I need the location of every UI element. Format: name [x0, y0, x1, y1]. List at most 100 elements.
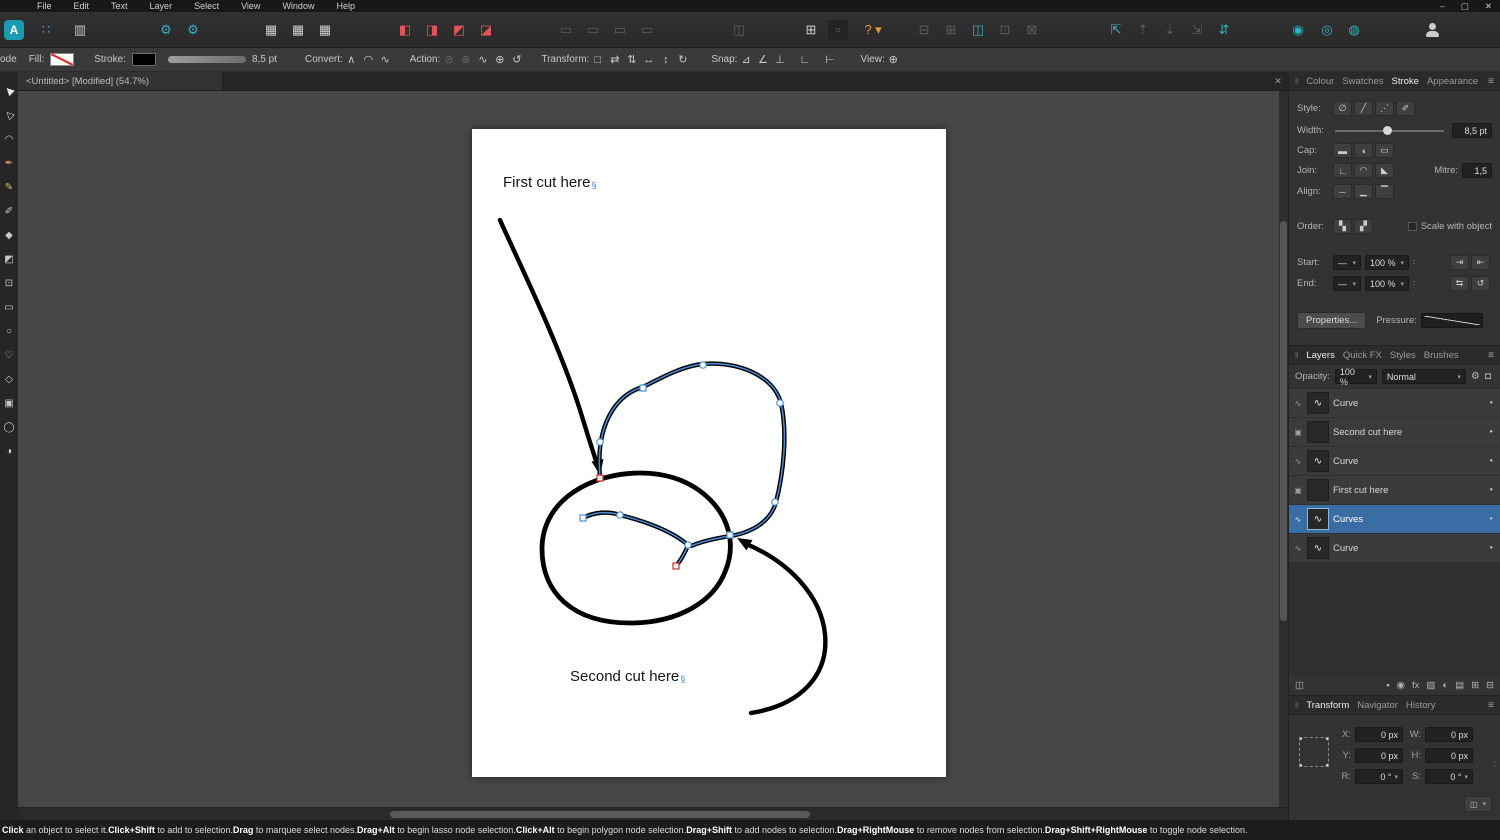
scale-h-icon[interactable]: ↔ [640, 52, 657, 68]
layer-visibility-dot[interactable]: ● [1489, 487, 1496, 493]
panel-grip[interactable]: ‖ [1295, 351, 1298, 360]
layer-thumbnail[interactable]: ∿ [1307, 508, 1329, 530]
mask-layer-icon[interactable]: ▨ [1426, 680, 1435, 691]
clip-layer-icon[interactable]: ◐ [1442, 680, 1448, 691]
layer-thumbnail[interactable] [1307, 479, 1329, 501]
Curves[interactable]: ∿ ∿ Curves ● [1289, 505, 1500, 533]
blend-options-gear-icon[interactable]: ⚙ [1471, 371, 1480, 382]
tab-stroke[interactable]: Stroke [1392, 76, 1419, 87]
corner-tool[interactable]: ◠ [1, 128, 17, 150]
snap-construct-icon[interactable]: ⊥ [771, 52, 788, 68]
pressure-graph[interactable] [1420, 313, 1483, 328]
stroke-behind-fill-icon[interactable]: ▚ [1333, 219, 1352, 234]
transform-field-value[interactable]: 0 px [1425, 727, 1473, 742]
transparency-tool[interactable]: ◩ [1, 248, 17, 270]
horizontal-scrollbar-thumb[interactable] [390, 811, 810, 818]
panel-menu-icon[interactable]: ≡ [1488, 700, 1494, 711]
menu-text[interactable]: Text [100, 1, 139, 11]
lock-icon[interactable]: ◘ [1485, 371, 1491, 382]
pen-tool[interactable]: ✒ [1, 152, 17, 174]
layer-thumbnail[interactable]: ∿ [1307, 450, 1329, 472]
delete-layer-icon[interactable]: ⊟ [1486, 680, 1494, 691]
end-style-dropdown[interactable]: — ▾ [1333, 276, 1361, 291]
adjustment-icon[interactable]: ◉ [1397, 680, 1405, 691]
bounding-box-icon[interactable]: □ [589, 52, 606, 68]
square-cap-icon[interactable]: ▭ [1375, 143, 1394, 158]
align-outside-icon[interactable]: ▔ [1375, 184, 1394, 199]
butt-cap-icon[interactable]: ▬ [1333, 143, 1352, 158]
stroke-swatch[interactable] [131, 53, 156, 66]
transform-field-value[interactable]: 0 px [1355, 748, 1403, 763]
panel-grip[interactable]: ‖ [1295, 77, 1298, 86]
tab-transform[interactable]: Transform [1306, 700, 1349, 711]
width-value-box[interactable]: 8,5 pt [1452, 123, 1492, 138]
stroke-width-value[interactable]: 8,5 pt [252, 54, 277, 65]
panel-menu-icon[interactable]: ≡ [1488, 76, 1494, 87]
arrange-backward-icon[interactable]: ⇣ [1160, 20, 1180, 40]
document-page[interactable]: First cut here§ Second cut here§ [472, 129, 946, 777]
shape-tool[interactable]: ◇ [1, 368, 17, 390]
opacity-dropdown[interactable]: 100 % ▾ [1334, 367, 1377, 387]
colour-selector-tool[interactable]: ◑ [1, 440, 17, 462]
dash-stroke-icon[interactable]: ⋰ [1375, 101, 1394, 116]
layer-visibility-dot[interactable]: ● [1489, 400, 1496, 406]
mitre-value-box[interactable]: 1,5 [1462, 163, 1492, 178]
vertical-scrollbar[interactable] [1279, 91, 1288, 807]
fill-tool[interactable]: ◆ [1, 224, 17, 246]
panel-grip[interactable]: ‖ [1295, 701, 1298, 710]
sync-link-icon[interactable]: ∶ [1413, 279, 1415, 288]
fill-swatch[interactable] [50, 53, 75, 66]
no-stroke-icon[interactable]: ∅ [1333, 101, 1352, 116]
grid-manager-icon[interactable]: ▦ [261, 20, 281, 40]
brush-stroke-icon[interactable]: ✐ [1396, 101, 1415, 116]
menu-file[interactable]: File [26, 1, 63, 11]
text-tool[interactable]: ▣ [1, 392, 17, 414]
arrange-order-icon[interactable]: ⇵ [1214, 20, 1234, 40]
snap-alignment-icon[interactable]: ∟ [796, 52, 813, 68]
tab-swatches[interactable]: Swatches [1342, 76, 1383, 87]
Curve[interactable]: ∿ ∿ Curve ● [1289, 447, 1500, 475]
text-overflow-marker[interactable]: § [592, 180, 597, 190]
zoom-tool[interactable]: ◯ [1, 416, 17, 438]
bevel-join-icon[interactable]: ◣ [1375, 163, 1394, 178]
minimize-button[interactable]: – [1440, 1, 1445, 12]
action-break-curve-icon[interactable]: ⊗ [457, 52, 474, 68]
vector-crop-tool[interactable]: ⊡ [1, 272, 17, 294]
layer-thumbnail[interactable]: ∿ [1307, 537, 1329, 559]
app-logo[interactable]: A [4, 19, 24, 40]
tab-brushes[interactable]: Brushes [1424, 350, 1459, 361]
menu-view[interactable]: View [230, 1, 271, 11]
Curve[interactable]: ∿ ∿ Curve ● [1289, 534, 1500, 562]
boolean-divide-icon[interactable]: ◪ [476, 20, 496, 40]
align-centre-icon[interactable]: ─ [1333, 184, 1352, 199]
heart-shape-tool[interactable]: ♡ [1, 344, 17, 366]
menu-edit[interactable]: Edit [63, 1, 101, 11]
rectangle-tool[interactable]: ▭ [1, 296, 17, 318]
maximize-button[interactable]: ▢ [1461, 1, 1469, 12]
convert-smooth-icon[interactable]: ◠ [360, 52, 377, 68]
insert-after-icon[interactable]: ▭ [637, 20, 657, 40]
convert-sharp-icon[interactable]: ∧ [343, 52, 360, 68]
boolean-intersect-icon[interactable]: ◩ [449, 20, 469, 40]
apps-grid-icon[interactable]: ∷ [36, 20, 56, 40]
mitre-join-icon[interactable]: ∟ [1333, 163, 1352, 178]
layer-visibility-dot[interactable]: ● [1489, 545, 1496, 551]
first-cut-text-object[interactable]: First cut here§ [503, 174, 597, 191]
stroke-width-preview[interactable] [167, 56, 246, 63]
arrange-to-back-icon[interactable]: ⇲ [1187, 20, 1207, 40]
layer-thumbnail[interactable] [1307, 421, 1329, 443]
settings-gear-icon[interactable]: ⚙ [183, 20, 203, 40]
snapping-toggle-icon[interactable]: ⊞ [801, 20, 821, 40]
menu-layer[interactable]: Layer [139, 1, 184, 11]
tab-layers[interactable]: Layers [1306, 350, 1335, 361]
menu-window[interactable]: Window [271, 1, 325, 11]
scale-with-object-checkbox[interactable] [1407, 222, 1417, 231]
designer-persona-icon[interactable]: ◉ [1288, 20, 1308, 40]
solid-stroke-icon[interactable]: ╱ [1354, 101, 1373, 116]
grid-table-icon[interactable]: ▦ [288, 20, 308, 40]
layer-visibility-dot[interactable]: ● [1489, 429, 1496, 435]
snapping-preset-box[interactable]: ▫ [828, 19, 848, 40]
transform-field-value[interactable]: 0 ° [1425, 769, 1473, 784]
anchor-options-dropdown[interactable]: ◫ ▾ [1464, 796, 1492, 812]
Curve[interactable]: ∿ ∿ Curve ● [1289, 389, 1500, 417]
